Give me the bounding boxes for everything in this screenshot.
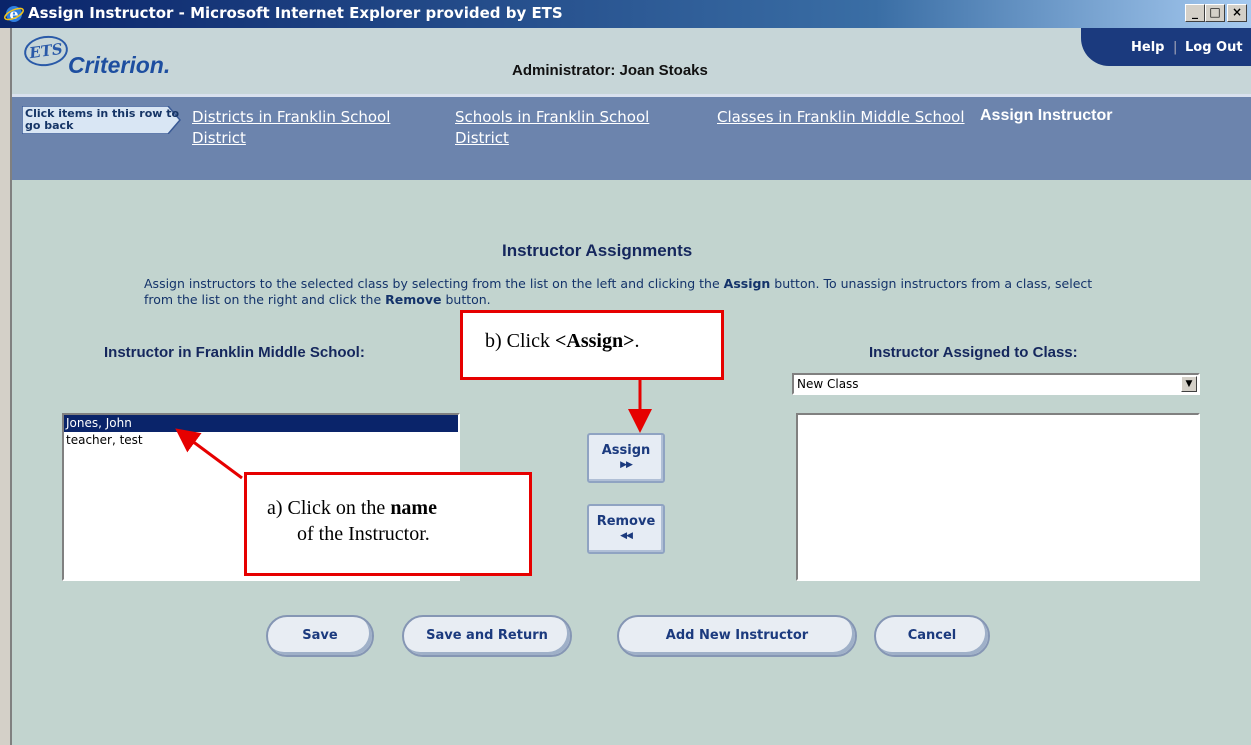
save-button[interactable]: Save [266,615,374,657]
callout-b-bold: <Assign> [555,330,635,352]
double-left-arrow-icon: ◀◀ [620,531,633,541]
separator: | [1173,40,1178,55]
window-title: Assign Instructor - Microsoft Internet E… [28,4,563,22]
callout-a-text: a) Click on the [267,497,391,519]
assign-button[interactable]: Assign ▶▶ [587,433,665,483]
list-item-jones-john[interactable]: Jones, John [64,415,458,432]
help-bar: Help | Log Out [1081,28,1251,66]
double-right-arrow-icon: ▶▶ [620,460,633,470]
minimize-button[interactable]: _ [1185,4,1205,22]
breadcrumb-hint-text: Click items in this row to go back [25,107,180,132]
internet-explorer-icon: e [4,6,24,23]
logout-link[interactable]: Log Out [1185,40,1243,55]
close-button[interactable]: × [1227,4,1247,22]
window-titlebar[interactable]: e Assign Instructor - Microsoft Internet… [0,0,1251,28]
page-title: Instructor Assignments [502,241,693,260]
instructions-assign-word: Assign [723,276,771,291]
breadcrumb: Click items in this row to go back Distr… [12,94,1251,180]
assign-button-label: Assign [601,443,651,458]
window-left-frame [0,28,12,745]
add-new-instructor-button[interactable]: Add New Instructor [617,615,857,657]
help-link[interactable]: Help [1131,40,1164,55]
save-and-return-button[interactable]: Save and Return [402,615,572,657]
callout-a-bold: name [390,497,437,519]
breadcrumb-schools[interactable]: Schools in Franklin School District [455,107,705,149]
remove-button[interactable]: Remove ◀◀ [587,504,665,554]
instructions-part: button. [441,292,491,307]
callout-b-text-2: . [634,330,640,352]
remove-button-label: Remove [596,514,656,529]
list-item-teacher-test[interactable]: teacher, test [64,432,458,449]
assigned-instructors-list[interactable] [796,413,1200,581]
breadcrumb-districts[interactable]: Districts in Franklin School District [192,107,442,149]
class-select[interactable]: New Class ▼ [792,373,1200,395]
instructions-part: Assign instructors to the selected class… [144,276,724,291]
callout-a-text-2: of the Instructor. [297,523,430,545]
right-list-label: Instructor Assigned to Class: [869,344,1078,361]
product-name: Criterion. [68,52,171,78]
maximize-button[interactable]: □ [1205,4,1225,22]
ets-logo: ETS [22,33,70,69]
callout-b: b) Click <Assign>. [460,310,724,380]
breadcrumb-current: Assign Instructor [980,107,1113,124]
admin-label: Administrator: Joan Stoaks [512,62,708,79]
left-list-label: Instructor in Franklin Middle School: [104,344,365,361]
callout-a: a) Click on the name of the Instructor. [244,472,532,576]
instructions-text: Assign instructors to the selected class… [144,276,1104,308]
callout-b-text: b) Click [485,330,555,352]
breadcrumb-classes[interactable]: Classes in Franklin Middle School [717,107,967,128]
instructions-remove-word: Remove [385,292,442,307]
page-content: ETS Criterion. Administrator: Joan Stoak… [12,28,1251,745]
breadcrumb-hint: Click items in this row to go back [22,106,182,134]
cancel-button[interactable]: Cancel [874,615,990,657]
class-select-value: New Class [797,377,859,391]
chevron-down-icon[interactable]: ▼ [1181,376,1197,392]
app-header: ETS Criterion. Administrator: Joan Stoak… [12,28,1251,94]
